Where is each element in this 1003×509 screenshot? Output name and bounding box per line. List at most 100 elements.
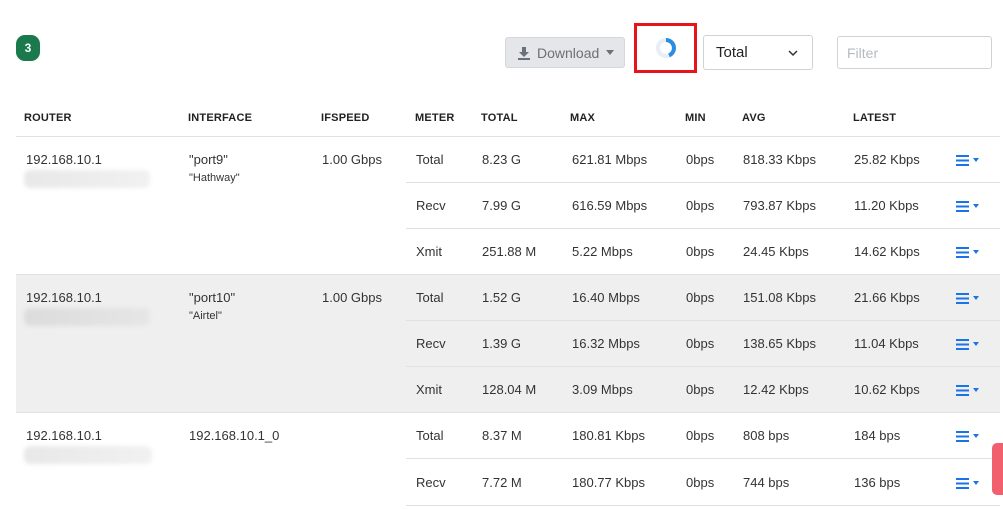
latest-cell: 14.62 Kbps xyxy=(854,244,920,259)
row-menu-button[interactable] xyxy=(956,245,982,259)
loading-indicator-highlight xyxy=(634,23,697,73)
latest-cell: 11.04 Kbps xyxy=(854,336,919,351)
list-icon xyxy=(956,477,969,489)
min-cell: 0bps xyxy=(686,336,715,351)
min-cell: 0bps xyxy=(686,475,715,490)
list-icon xyxy=(956,154,969,166)
traffic-table: ROUTER INTERFACE IFSPEED METER TOTAL MAX… xyxy=(16,100,1000,507)
ifspeed-value: 1.00 Gbps xyxy=(322,290,382,305)
meter-cell: Xmit xyxy=(416,244,442,259)
total-cell: 8.37 M xyxy=(482,428,522,443)
row-menu-button[interactable] xyxy=(956,337,982,351)
caret-down-icon xyxy=(973,296,979,300)
loading-spinner-icon xyxy=(655,38,676,58)
avg-cell: 151.08 Kbps xyxy=(743,290,817,305)
caret-down-icon xyxy=(606,50,615,55)
min-cell: 0bps xyxy=(686,198,715,213)
caret-down-icon xyxy=(973,204,979,208)
row-menu-button[interactable] xyxy=(956,199,982,213)
meter-select-value: Total xyxy=(716,44,748,61)
table-header: ROUTER INTERFACE IFSPEED METER TOTAL MAX… xyxy=(16,100,1000,137)
router-ip: 192.168.10.1 xyxy=(26,290,102,305)
max-cell: 5.22 Mbps xyxy=(572,244,633,259)
interface-name: 192.168.10.1_0 xyxy=(189,428,280,443)
table-row: Xmit 251.88 M 5.22 Mbps 0bps 24.45 Kbps … xyxy=(406,229,1000,275)
max-cell: 616.59 Mbps xyxy=(572,198,648,213)
caret-down-icon xyxy=(973,250,979,254)
min-cell: 0bps xyxy=(686,152,715,167)
download-button[interactable]: Download xyxy=(505,37,625,68)
header-max[interactable]: MAX xyxy=(570,112,595,124)
header-router[interactable]: ROUTER xyxy=(24,112,72,124)
header-latest[interactable]: LATEST xyxy=(853,112,896,124)
download-label: Download xyxy=(537,44,600,61)
avg-cell: 793.87 Kbps xyxy=(743,198,817,213)
header-ifspeed[interactable]: IFSPEED xyxy=(321,112,369,124)
list-icon xyxy=(956,200,969,212)
max-cell: 16.40 Mbps xyxy=(572,290,640,305)
total-cell: 1.39 G xyxy=(482,336,522,351)
header-avg[interactable]: AVG xyxy=(742,112,766,124)
caret-down-icon xyxy=(973,434,979,438)
table-row: Recv 7.72 M 180.77 Kbps 0bps 744 bps 136… xyxy=(406,460,1000,506)
latest-cell: 136 bps xyxy=(854,475,901,490)
table-row: Recv 7.99 G 616.59 Mbps 0bps 793.87 Kbps… xyxy=(406,183,1000,229)
count-badge: 3 xyxy=(16,35,40,61)
avg-cell: 12.42 Kbps xyxy=(743,382,809,397)
header-total[interactable]: TOTAL xyxy=(481,112,518,124)
interface-description: "Airtel" xyxy=(189,310,222,322)
min-cell: 0bps xyxy=(686,244,715,259)
total-cell: 7.72 M xyxy=(482,475,522,490)
table-row: Xmit 128.04 M 3.09 Mbps 0bps 12.42 Kbps … xyxy=(406,367,1000,413)
meter-cell: Total xyxy=(416,152,444,167)
row-menu-button[interactable] xyxy=(956,383,982,397)
list-icon xyxy=(956,246,969,258)
interface-description: "Hathway" xyxy=(189,172,240,184)
meter-select[interactable]: Total xyxy=(703,35,813,70)
avg-cell: 24.45 Kbps xyxy=(743,244,809,259)
total-cell: 251.88 M xyxy=(482,244,537,259)
filter-input[interactable] xyxy=(837,36,992,69)
download-icon xyxy=(518,46,530,60)
max-cell: 3.09 Mbps xyxy=(572,382,633,397)
avg-cell: 808 bps xyxy=(743,428,790,443)
table-row-group: 192.168.10.1 "port10" "Airtel" 1.00 Gbps… xyxy=(16,275,1000,413)
meter-cell: Total xyxy=(416,428,444,443)
row-divider xyxy=(406,458,1000,459)
avg-cell: 818.33 Kbps xyxy=(743,152,817,167)
redacted-hostname xyxy=(24,446,152,464)
row-divider xyxy=(406,505,1000,506)
row-menu-button[interactable] xyxy=(956,476,982,490)
table-row: Recv 1.39 G 16.32 Mbps 0bps 138.65 Kbps … xyxy=(406,321,1000,367)
total-cell: 128.04 M xyxy=(482,382,537,397)
table-row-group: 192.168.10.1 192.168.10.1_0 Total 8.37 M… xyxy=(16,413,1000,507)
row-menu-button[interactable] xyxy=(956,429,982,443)
header-meter[interactable]: METER xyxy=(415,112,455,124)
min-cell: 0bps xyxy=(686,382,715,397)
list-icon xyxy=(956,338,969,350)
table-row: Total 8.23 G 621.81 Mbps 0bps 818.33 Kbp… xyxy=(406,137,1000,183)
header-interface[interactable]: INTERFACE xyxy=(188,112,252,124)
interface-name: "port10" xyxy=(189,290,236,305)
list-icon xyxy=(956,430,969,442)
redacted-hostname xyxy=(24,308,150,326)
latest-cell: 184 bps xyxy=(854,428,901,443)
row-menu-button[interactable] xyxy=(956,153,982,167)
list-icon xyxy=(956,292,969,304)
meter-cell: Recv xyxy=(416,336,446,351)
caret-down-icon xyxy=(973,481,979,485)
feedback-tab[interactable] xyxy=(992,443,1003,495)
avg-cell: 744 bps xyxy=(743,475,790,490)
meter-cell: Xmit xyxy=(416,382,442,397)
table-row-group: 192.168.10.1 "port9" "Hathway" 1.00 Gbps… xyxy=(16,137,1000,275)
row-menu-button[interactable] xyxy=(956,291,982,305)
avg-cell: 138.65 Kbps xyxy=(743,336,817,351)
max-cell: 180.77 Kbps xyxy=(572,475,646,490)
chevron-down-icon xyxy=(788,50,798,57)
router-ip: 192.168.10.1 xyxy=(26,152,102,167)
latest-cell: 10.62 Kbps xyxy=(854,382,920,397)
header-min[interactable]: MIN xyxy=(685,112,706,124)
table-row: Total 1.52 G 16.40 Mbps 0bps 151.08 Kbps… xyxy=(406,275,1000,321)
max-cell: 621.81 Mbps xyxy=(572,152,648,167)
max-cell: 180.81 Kbps xyxy=(572,428,646,443)
